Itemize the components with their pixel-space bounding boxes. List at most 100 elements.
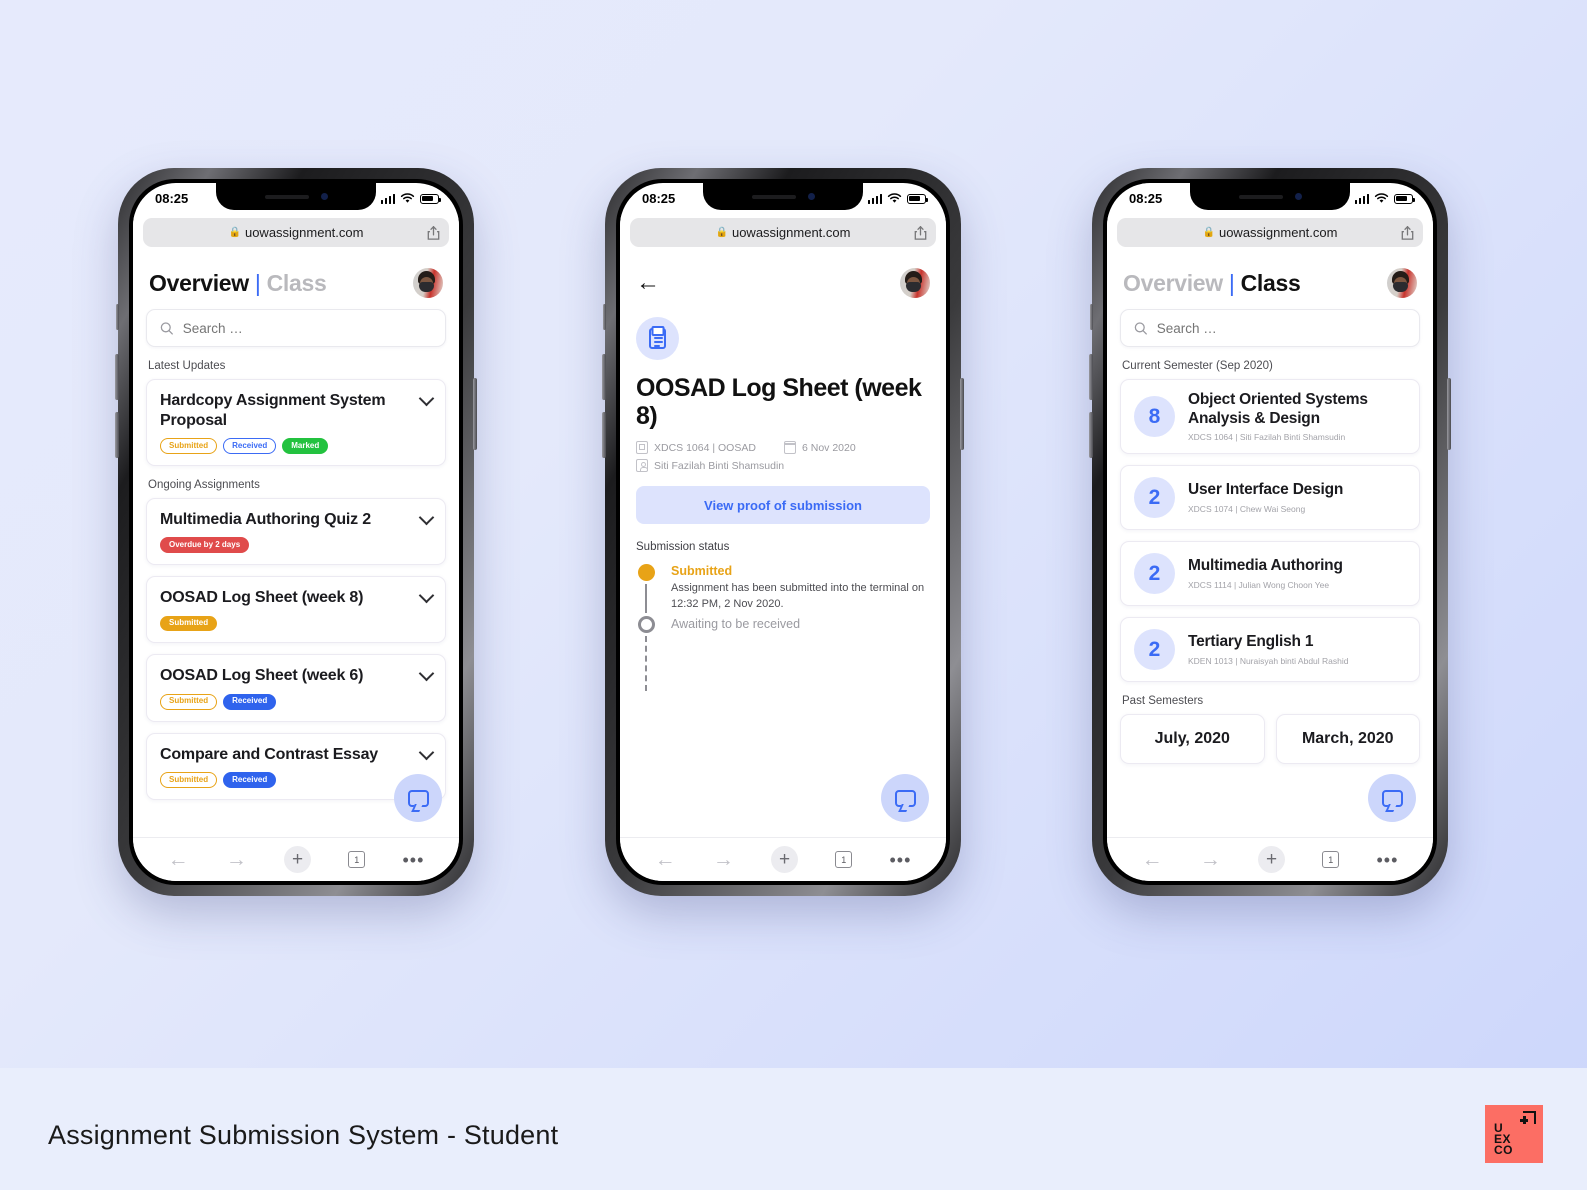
chat-fab-button[interactable]	[881, 774, 929, 822]
clipboard-glyph	[649, 328, 666, 349]
tab-count-icon[interactable]: 1	[1322, 851, 1340, 868]
document-icon	[636, 441, 648, 454]
tab-class[interactable]: Class	[1241, 270, 1301, 297]
avatar[interactable]	[1387, 268, 1417, 298]
avatar[interactable]	[900, 268, 930, 298]
assignment-card[interactable]: OOSAD Log Sheet (week 8) Submitted	[146, 576, 446, 644]
meta-course-text: XDCS 1064 | OOSAD	[654, 441, 756, 454]
status-badge: Overdue by 2 days	[160, 537, 250, 554]
class-name: Tertiary English 1	[1188, 633, 1314, 651]
browser-url-bar-wrap: 🔒 uowassignment.com	[1107, 214, 1433, 254]
detail-header: ←	[633, 254, 933, 304]
class-info: Object Oriented Systems Analysis & Desig…	[1188, 391, 1406, 442]
search-input[interactable]	[182, 320, 432, 336]
phone-volume-down	[602, 412, 606, 458]
tab-divider: |	[254, 269, 261, 296]
chat-fab-button[interactable]	[1368, 774, 1416, 822]
class-info: Tertiary English 1 KDEN 1013 | Nuraisyah…	[1188, 633, 1349, 666]
assignment-card[interactable]: Multimedia Authoring Quiz 2 Overdue by 2…	[146, 497, 446, 566]
search-bar[interactable]	[146, 309, 446, 347]
tab-count-icon[interactable]: 1	[348, 851, 366, 868]
browser-url-bar[interactable]: 🔒 uowassignment.com	[143, 218, 449, 247]
assignment-card[interactable]: OOSAD Log Sheet (week 6) Submitted Recei…	[146, 654, 446, 722]
avatar-mask	[1393, 282, 1408, 292]
status-time: 08:25	[155, 191, 189, 206]
lock-icon: 🔒	[1202, 227, 1215, 238]
phone-volume-up	[115, 354, 119, 400]
url-text: uowassignment.com	[244, 225, 364, 240]
browser-forward-icon[interactable]: →	[1200, 849, 1221, 870]
search-input[interactable]	[1156, 320, 1406, 336]
tab-overview[interactable]: Overview	[149, 270, 249, 297]
tab-class[interactable]: Class	[267, 270, 327, 297]
status-time: 08:25	[1129, 191, 1163, 206]
clipboard-icon	[636, 317, 679, 360]
tab-overview[interactable]: Overview	[1123, 270, 1223, 297]
tab-count-icon[interactable]: 1	[835, 851, 853, 868]
url-text: uowassignment.com	[1218, 225, 1338, 240]
class-card[interactable]: 8 Object Oriented Systems Analysis & Des…	[1120, 379, 1420, 455]
app-header: Overview | Class	[1120, 254, 1420, 309]
phone-bezel: 08:25 🔒 uowassignment.com	[129, 179, 463, 885]
past-semester-card[interactable]: March, 2020	[1275, 714, 1420, 765]
browser-url-bar[interactable]: 🔒 uowassignment.com	[630, 218, 936, 247]
chat-bubble-icon	[407, 789, 429, 807]
class-card[interactable]: 2 Multimedia Authoring XDCS 1114 | Julia…	[1120, 541, 1420, 607]
timeline-content: Awaiting to be received	[671, 616, 800, 694]
browser-back-icon[interactable]: ←	[655, 849, 676, 870]
cellular-signal-icon	[867, 193, 882, 204]
new-tab-icon[interactable]: +	[284, 846, 312, 873]
class-card[interactable]: 2 User Interface Design XDCS 1074 | Chew…	[1120, 465, 1420, 531]
class-subtitle: XDCS 1064 | Siti Fazilah Binti Shamsudin	[1188, 432, 1346, 443]
ellipsis-icon[interactable]: •••	[889, 851, 911, 869]
share-icon[interactable]	[427, 225, 440, 240]
assignment-count-badge: 2	[1134, 553, 1175, 595]
meta-date-text: 6 Nov 2020	[802, 441, 856, 454]
view-proof-button[interactable]: View proof of submission	[636, 486, 930, 524]
phone-power-button	[960, 378, 964, 450]
share-icon[interactable]	[914, 225, 927, 240]
meta-lecturer: Siti Fazilah Binti Shamsudin	[636, 459, 784, 472]
wifi-icon	[887, 193, 902, 203]
cellular-signal-icon	[1354, 193, 1369, 204]
browser-back-icon[interactable]: ←	[1142, 849, 1163, 870]
assignment-meta: XDCS 1064 | OOSAD 6 Nov 2020 Siti Fazila…	[633, 430, 933, 472]
phone2-screen: 08:25 🔒 uowassignment.com ← OOSAD Log Sh…	[620, 183, 946, 881]
browser-forward-icon[interactable]: →	[226, 849, 247, 870]
status-badge: Received	[223, 438, 277, 454]
class-name: Multimedia Authoring	[1188, 557, 1343, 575]
phone-mockup-class: 08:25 🔒 uowassignment.com Overview | Cla…	[1089, 168, 1451, 896]
share-icon[interactable]	[1401, 225, 1414, 240]
badge-group: Submitted Received	[160, 693, 432, 710]
browser-url-bar-wrap: 🔒 uowassignment.com	[620, 214, 946, 254]
past-semester-card[interactable]: July, 2020	[1120, 714, 1265, 765]
timeline-connector	[645, 584, 647, 614]
browser-url-bar[interactable]: 🔒 uowassignment.com	[1117, 218, 1423, 247]
new-tab-icon[interactable]: +	[771, 846, 799, 873]
logo-line: CO	[1494, 1143, 1513, 1157]
search-bar[interactable]	[1120, 309, 1420, 347]
ellipsis-icon[interactable]: •••	[402, 851, 424, 869]
battery-icon	[1394, 193, 1415, 204]
ellipsis-icon[interactable]: •••	[1376, 851, 1398, 869]
battery-icon	[420, 193, 441, 204]
timeline-marker	[636, 616, 656, 694]
class-subtitle: XDCS 1074 | Chew Wai Seong	[1188, 503, 1306, 514]
status-badge: Submitted	[160, 772, 218, 789]
avatar[interactable]	[413, 268, 443, 298]
phone1-page: Overview | Class Search … Latest Updates…	[133, 254, 459, 837]
assignment-card[interactable]: Hardcopy Assignment System Proposal Subm…	[146, 379, 446, 466]
timeline-body: Assignment has been submitted into the t…	[671, 582, 925, 610]
browser-back-icon[interactable]: ←	[168, 849, 189, 870]
view-tabs: Overview | Class	[149, 269, 327, 297]
section-label-ongoing: Ongoing Assignments	[148, 478, 260, 491]
chat-fab-button[interactable]	[394, 774, 442, 822]
new-tab-icon[interactable]: +	[1258, 846, 1286, 873]
phone-mute-switch	[116, 304, 119, 330]
browser-forward-icon[interactable]: →	[713, 849, 734, 870]
phone-volume-down	[1089, 412, 1093, 458]
class-card[interactable]: 2 Tertiary English 1 KDEN 1013 | Nuraisy…	[1120, 617, 1420, 683]
browser-toolbar: ← → + 1 •••	[620, 837, 946, 881]
back-arrow-icon[interactable]: ←	[636, 271, 660, 295]
past-semester-row: July, 2020 March, 2020	[1120, 714, 1420, 765]
